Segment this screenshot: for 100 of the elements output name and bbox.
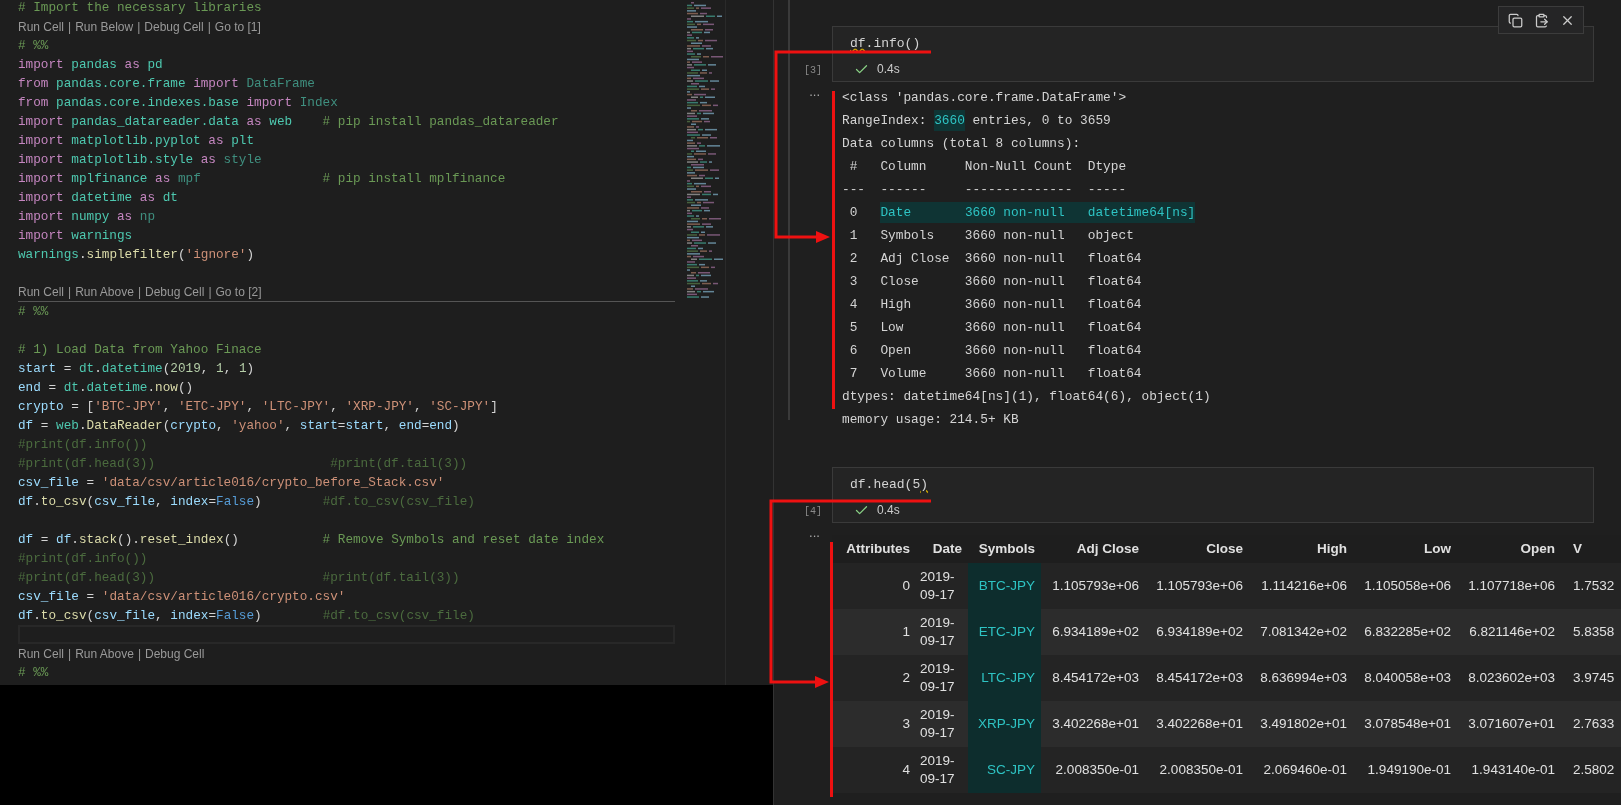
output-line: 3 Close 3660 non-null float64 (848, 273, 1142, 291)
table-cell: 8.454172e+03 (1144, 655, 1249, 701)
column-header: Date (915, 535, 968, 563)
column-header: Symbols (967, 535, 1041, 563)
output-marker[interactable]: ... (809, 82, 820, 102)
codelens-link[interactable]: Run Cell (18, 17, 65, 36)
row-index: 3 (831, 701, 916, 747)
table-cell: 1.107718e+06 (1456, 563, 1561, 609)
code-line: # %% (18, 664, 49, 682)
table-cell: 3.9745 (1560, 655, 1621, 701)
table-cell: 2.7633 (1560, 701, 1621, 747)
code-line: csv_file = 'data/csv/article016/crypto.csv' (18, 588, 346, 606)
table-cell: 2.008350e-01 (1144, 747, 1249, 793)
table-cell: 1.943140e-01 (1456, 747, 1561, 793)
table-cell: 8.636994e+03 (1248, 655, 1353, 701)
codelens-link[interactable]: Debug Cell (145, 283, 205, 301)
code-line: from pandas.core.frame import DataFrame (18, 75, 315, 93)
table-cell: 1.105058e+06 (1352, 563, 1457, 609)
table-cell: 3.491802e+01 (1248, 701, 1353, 747)
output-line: RangeIndex: 3660 entries, 0 to 3659 (842, 109, 1111, 132)
output-line: # Column Non-Null Count Dtype (848, 158, 1127, 176)
table-cell: 3.402268e+01 (1144, 701, 1249, 747)
row-index: 2 (831, 655, 916, 701)
table-cell: XRP-JPY (967, 701, 1041, 747)
row-index: 4 (831, 747, 916, 793)
table-cell: 6.934189e+02 (1144, 609, 1249, 655)
column-header: Open (1456, 535, 1561, 563)
codelens-link[interactable]: Go to [2] (215, 283, 262, 301)
table-cell: 3.402268e+01 (1040, 701, 1145, 747)
code-line: #print(df.head(3)) #print(df.tail(3)) (18, 569, 460, 587)
codelens-separator: | (137, 18, 141, 36)
execution-count: [4] (804, 505, 822, 519)
code-line: # %% (18, 303, 49, 321)
code-line: warnings.simplefilter('ignore') (18, 246, 255, 264)
table-cell: ETC-JPY (967, 609, 1041, 655)
code-line: import matplotlib.pyplot as plt (18, 132, 255, 150)
codelens-separator: | (137, 284, 141, 301)
codelens-link[interactable]: Run Cell (18, 283, 65, 301)
code-line: crypto = ['BTC-JPY', 'ETC-JPY', 'LTC-JPY', 'XRP-JPY', 'SC-JPY'] (18, 398, 498, 416)
table-cell: 6.821146e+02 (1456, 609, 1561, 655)
codelens-link[interactable]: Go to [1] (214, 17, 261, 36)
output-line: <class 'pandas.core.frame.DataFrame'> (842, 89, 1127, 107)
output-line: 6 Open 3660 non-null float64 (848, 342, 1142, 360)
output-line: Data columns (total 8 columns): (842, 135, 1081, 153)
code-line: import warnings (18, 227, 133, 245)
codelens-link[interactable]: Run Below (75, 17, 134, 36)
codelens-link[interactable]: Run Cell (18, 644, 65, 663)
code-line: import pandas as pd (18, 56, 163, 74)
code-line: #print(df.info()) (18, 550, 148, 568)
code-line: #print(df.head(3)) #print(df.tail(3)) (18, 455, 468, 473)
table-cell: LTC-JPY (967, 655, 1041, 701)
table-cell: 5.8358 (1560, 609, 1621, 655)
code-line: df = df.stack().reset_index() # Remove Symbols and reset date index (18, 531, 605, 549)
table-cell: 3.078548e+01 (1352, 701, 1457, 747)
table-cell: 7.081342e+02 (1248, 609, 1353, 655)
table-cell: BTC-JPY (967, 563, 1041, 609)
codelens-link[interactable]: Debug Cell (144, 17, 204, 36)
output-line: memory usage: 214.5+ KB (842, 411, 1019, 429)
output-line: 1 Symbols 3660 non-null object (848, 227, 1134, 245)
code-cell[interactable]: df.head(5) 0.4s (832, 467, 1594, 523)
table-cell: 2019-09-17 (915, 609, 968, 655)
table-cell: 1.114216e+06 (1248, 563, 1353, 609)
code-line: df.to_csv(csv_file, index=False) #df.to_csv(csv_file) (18, 607, 475, 625)
codelens-separator: | (208, 284, 212, 301)
codelens-link[interactable]: Run Above (75, 644, 134, 663)
table-cell: 1.105793e+06 (1144, 563, 1249, 609)
code-line: # Import the necessary libraries (18, 0, 262, 17)
output-line: 4 High 3660 non-null float64 (848, 296, 1142, 314)
code-cell[interactable]: df.info() 0.4s (832, 26, 1594, 82)
code-line: import pandas_datareader.data as web # pip install pandas_datareader (18, 113, 559, 131)
column-header: Low (1352, 535, 1457, 563)
code-line: df = web.DataReader(crypto, 'yahoo', start=start, end=end) (18, 417, 460, 435)
execution-count: [3] (804, 64, 822, 78)
codelens-link[interactable]: Debug Cell (145, 644, 205, 663)
code-line: # 1) Load Data from Yahoo Finace (18, 341, 262, 359)
code-line: start = dt.datetime(2019, 1, 1) (18, 360, 255, 378)
column-header: Adj Close (1040, 535, 1145, 563)
output-line: dtypes: datetime64[ns](1), float64(6), object(1) (842, 388, 1211, 406)
column-header: V (1560, 535, 1621, 563)
codelens-separator: | (68, 18, 72, 36)
code-line: import datetime as dt (18, 189, 178, 207)
table-cell: SC-JPY (967, 747, 1041, 793)
table-cell: 2019-09-17 (915, 747, 968, 793)
table-cell: 8.023602e+03 (1456, 655, 1561, 701)
code-line: csv_file = 'data/csv/article016/crypto_before_Stack.csv' (18, 474, 445, 492)
code-line: df.to_csv(csv_file, index=False) #df.to_csv(csv_file) (18, 493, 475, 511)
table-cell: 1.105793e+06 (1040, 563, 1145, 609)
output-line: 5 Low 3660 non-null float64 (848, 319, 1142, 337)
table-cell: 2.069460e-01 (1248, 747, 1353, 793)
table-cell: 2019-09-17 (915, 563, 968, 609)
table-cell: 2.5802 (1560, 747, 1621, 793)
code-line: import matplotlib.style as style (18, 151, 262, 169)
table-cell: 2.008350e-01 (1040, 747, 1145, 793)
row-index: 1 (831, 609, 916, 655)
output-marker[interactable]: ... (809, 523, 820, 543)
codelens-link[interactable]: Run Above (75, 283, 134, 301)
table-cell: 1.7532 (1560, 563, 1621, 609)
output-line: --- ------ -------------- ----- (842, 181, 1127, 199)
row-index: 0 (831, 563, 916, 609)
table-cell: 3.071607e+01 (1456, 701, 1561, 747)
